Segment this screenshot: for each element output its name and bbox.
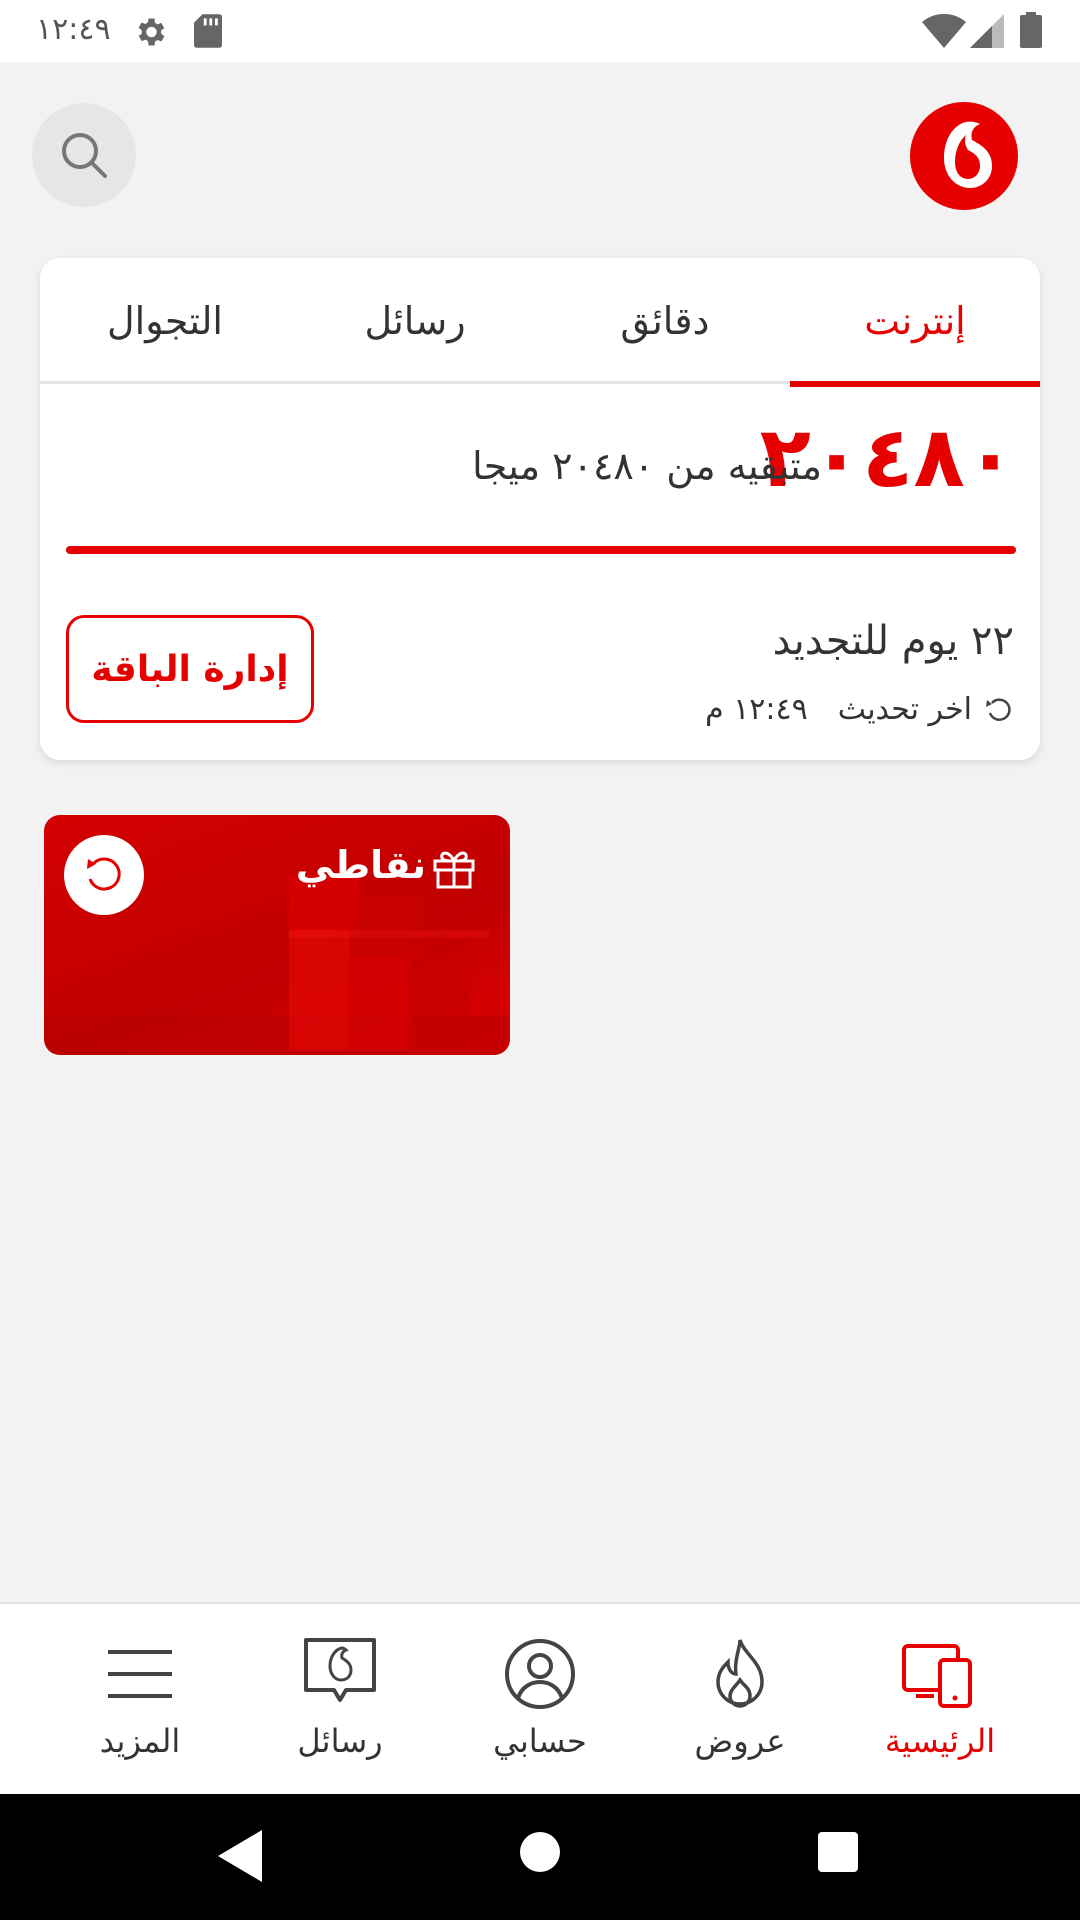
points-refresh-button[interactable] [64, 835, 144, 915]
tab-roaming[interactable]: التجوال [40, 258, 290, 384]
home-devices-icon [902, 1644, 972, 1708]
tab-minutes[interactable]: دقائق [540, 258, 790, 384]
nav-home[interactable]: الرئيسية [840, 1604, 1040, 1796]
usage-progress-fill [66, 546, 1016, 554]
tab-internet[interactable]: إنترنت [790, 258, 1040, 387]
last-update-label: اخر تحديث [837, 692, 972, 727]
search-icon [62, 133, 107, 178]
cell-signal-icon [970, 14, 1004, 48]
remaining-subtitle: متبقيه من ٢٠٤٨٠ ميجا [472, 444, 822, 488]
balance-card: إنترنت دقائق رسائل التجوال ٢٠٤٨٠ متبقيه … [40, 258, 1040, 760]
nav-offers[interactable]: عروض [640, 1604, 840, 1796]
nav-more[interactable]: المزيد [40, 1604, 240, 1796]
menu-icon [108, 1650, 172, 1698]
tab-messages[interactable]: رسائل [290, 258, 540, 384]
nav-account[interactable]: حسابي [440, 1604, 640, 1796]
status-bar: ١٢:٤٩ [0, 0, 1080, 62]
search-button[interactable] [32, 103, 136, 207]
last-update: اخر تحديث ١٢:٤٩ م [705, 692, 1014, 727]
flame-icon [716, 1639, 764, 1708]
system-navigation-bar [0, 1794, 1080, 1920]
nav-offers-label: عروض [694, 1722, 786, 1760]
points-card[interactable]: نقاطي [44, 815, 510, 1055]
usage-tabs: إنترنت دقائق رسائل التجوال [40, 258, 1040, 387]
status-time: ١٢:٤٩ [36, 12, 111, 47]
bottom-navigation: الرئيسية عروض حسابي رسائل المزيد [0, 1602, 1080, 1794]
points-title: نقاطي [295, 843, 426, 887]
last-update-time: ١٢:٤٩ م [705, 692, 808, 727]
vodafone-logo [910, 102, 1018, 210]
nav-messages-label: رسائل [297, 1722, 383, 1760]
renewal-days: ٢٢ يوم للتجديد [772, 618, 1014, 664]
battery-icon [1020, 12, 1042, 48]
nav-more-label: المزيد [99, 1722, 181, 1760]
usage-progress-bar [66, 546, 1016, 554]
settings-gear-icon [138, 18, 165, 46]
nav-messages[interactable]: رسائل [240, 1604, 440, 1796]
account-icon [505, 1639, 575, 1709]
gift-icon [433, 851, 475, 889]
recent-apps-icon[interactable] [818, 1832, 858, 1872]
refresh-icon [87, 857, 121, 891]
sd-card-icon [194, 14, 222, 48]
messages-icon [304, 1638, 376, 1702]
manage-bundle-button[interactable]: إدارة الباقة [66, 615, 314, 723]
usage-summary: ٢٠٤٨٠ متبقيه من ٢٠٤٨٠ ميجا [40, 408, 1040, 518]
refresh-icon[interactable] [984, 695, 1014, 725]
nav-account-label: حسابي [493, 1722, 587, 1760]
back-icon[interactable] [218, 1830, 262, 1882]
wifi-icon [922, 14, 966, 48]
nav-home-label: الرئيسية [884, 1722, 996, 1760]
home-circle-icon[interactable] [520, 1832, 560, 1872]
